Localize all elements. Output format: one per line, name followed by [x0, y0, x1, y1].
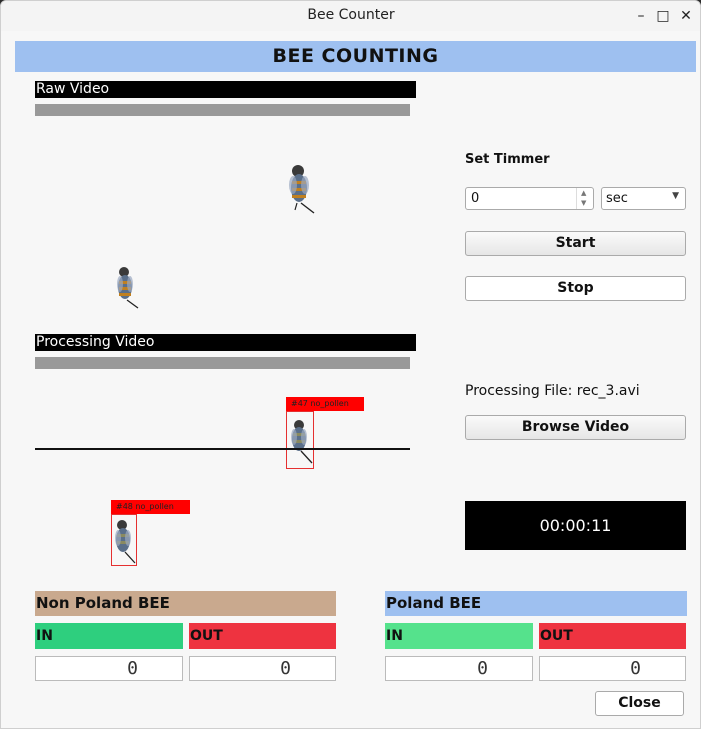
chevron-down-icon[interactable]: ▼ [581, 199, 586, 207]
bee-icon [289, 165, 315, 214]
maximize-button[interactable]: □ [655, 8, 671, 24]
poland-title: Poland BEE [385, 591, 687, 616]
poland-out-label: OUT [539, 623, 686, 649]
timer-label: Set Timmer [465, 152, 550, 167]
timer-spinbox[interactable]: 0 ▲ ▼ [465, 187, 594, 210]
poland-in-counter: 0 [385, 656, 533, 681]
poland-in-label: IN [385, 623, 533, 649]
non-poland-out-label: OUT [189, 623, 336, 649]
window-title: Bee Counter [307, 7, 395, 23]
header-banner: BEE COUNTING [15, 41, 696, 72]
stop-button[interactable]: Stop [465, 276, 686, 301]
detection-tag: #47 no_pollen [286, 397, 364, 411]
browse-video-button[interactable]: Browse Video [465, 415, 686, 440]
minimize-button[interactable]: – [633, 8, 649, 24]
page-title: BEE COUNTING [272, 45, 439, 67]
timer-unit-select[interactable]: sec ▼ [601, 187, 686, 210]
non-poland-title: Non Poland BEE [35, 591, 336, 616]
non-poland-in-counter: 0 [35, 656, 183, 681]
bee-icon [291, 420, 313, 464]
app-window: Bee Counter – □ ✕ BEE COUNTING Raw Video… [0, 0, 701, 729]
spin-buttons[interactable]: ▲ ▼ [576, 188, 593, 209]
chevron-down-icon: ▼ [672, 191, 679, 201]
chevron-up-icon[interactable]: ▲ [581, 189, 586, 197]
bee-icon [117, 267, 139, 309]
timer-value: 0 [471, 191, 480, 206]
detection-tag: #48 no_pollen [111, 500, 190, 514]
raw-video-label: Raw Video [35, 81, 416, 98]
start-button[interactable]: Start [465, 231, 686, 256]
close-button[interactable]: Close [595, 691, 684, 716]
processing-video-label: Processing Video [35, 334, 416, 351]
raw-video-progress-bar [35, 104, 410, 116]
elapsed-time-display: 00:00:11 [465, 501, 686, 550]
counting-line [35, 448, 410, 450]
non-poland-out-counter: 0 [189, 656, 336, 681]
bee-icon [115, 520, 136, 564]
processing-file-label: Processing File: rec_3.avi [465, 383, 640, 399]
non-poland-in-label: IN [35, 623, 183, 649]
poland-out-counter: 0 [539, 656, 686, 681]
timer-unit-value: sec [606, 191, 628, 206]
window-close-button[interactable]: ✕ [678, 8, 694, 24]
processing-video-progress-bar [35, 357, 410, 369]
title-bar: Bee Counter – □ ✕ [1, 1, 700, 31]
